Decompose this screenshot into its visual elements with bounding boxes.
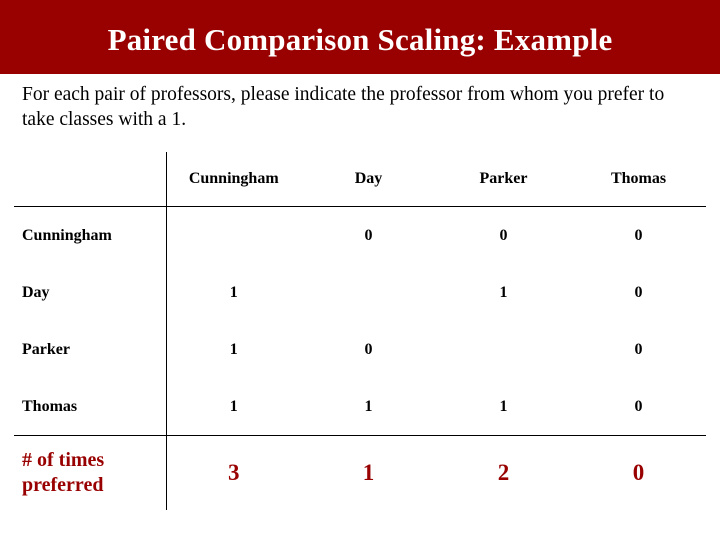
cell-parker-day: 0 bbox=[364, 340, 373, 358]
row-header-parker: Parker bbox=[14, 321, 167, 378]
paired-comparison-table-container: Cunningham Day Parker Thomas Cunningham … bbox=[14, 152, 706, 510]
row-header-thomas: Thomas bbox=[14, 378, 167, 436]
cell-thomas-day: 1 bbox=[301, 378, 436, 436]
table-corner-cell bbox=[14, 152, 167, 207]
table-row: Parker 1 0 0 bbox=[14, 321, 706, 378]
column-header-day: Day bbox=[301, 152, 436, 207]
table-total-row: # of times preferred 3 1 2 0 bbox=[14, 435, 706, 510]
cell-day-thomas: 0 bbox=[634, 283, 643, 301]
table-row: Cunningham 0 0 0 bbox=[14, 206, 706, 265]
total-label-line1: # of times bbox=[22, 449, 105, 471]
table-header-row: Cunningham Day Parker Thomas bbox=[14, 152, 706, 207]
total-cunningham: 3 bbox=[228, 460, 240, 485]
column-header-thomas: Thomas bbox=[571, 152, 706, 207]
slide: Paired Comparison Scaling: Example For e… bbox=[0, 0, 720, 540]
total-thomas: 0 bbox=[632, 460, 645, 485]
page-title: Paired Comparison Scaling: Example bbox=[107, 22, 613, 57]
column-header-parker: Parker bbox=[436, 152, 571, 207]
cell-cunningham-cunningham bbox=[166, 207, 301, 265]
cell-cunningham-thomas: 0 bbox=[634, 226, 643, 244]
cell-day-day bbox=[301, 264, 436, 321]
total-day: 1 bbox=[362, 460, 375, 485]
cell-parker-thomas: 0 bbox=[634, 340, 643, 358]
cell-day-parker: 1 bbox=[499, 283, 508, 301]
cell-day-cunningham: 1 bbox=[229, 283, 238, 301]
total-label-line2: preferred bbox=[22, 474, 104, 496]
cell-thomas-parker: 1 bbox=[436, 378, 571, 436]
intro-paragraph: For each pair of professors, please indi… bbox=[22, 84, 665, 130]
row-header-times-preferred: # of times preferred bbox=[14, 435, 167, 510]
paired-comparison-table: Cunningham Day Parker Thomas Cunningham … bbox=[14, 152, 706, 510]
cell-cunningham-day: 0 bbox=[364, 226, 373, 244]
cell-parker-cunningham: 1 bbox=[229, 340, 238, 358]
table-row: Thomas 1 1 1 0 bbox=[14, 378, 706, 436]
table-row: Day 1 1 0 bbox=[14, 264, 706, 321]
column-header-cunningham: Cunningham bbox=[166, 152, 301, 207]
cell-thomas-cunningham: 1 bbox=[166, 378, 301, 436]
cell-thomas-thomas: 0 bbox=[571, 378, 706, 436]
total-parker: 2 bbox=[497, 460, 510, 485]
row-header-cunningham: Cunningham bbox=[14, 206, 167, 264]
cell-parker-parker bbox=[436, 321, 571, 378]
cell-cunningham-parker: 0 bbox=[499, 226, 508, 244]
row-header-day: Day bbox=[14, 264, 167, 321]
